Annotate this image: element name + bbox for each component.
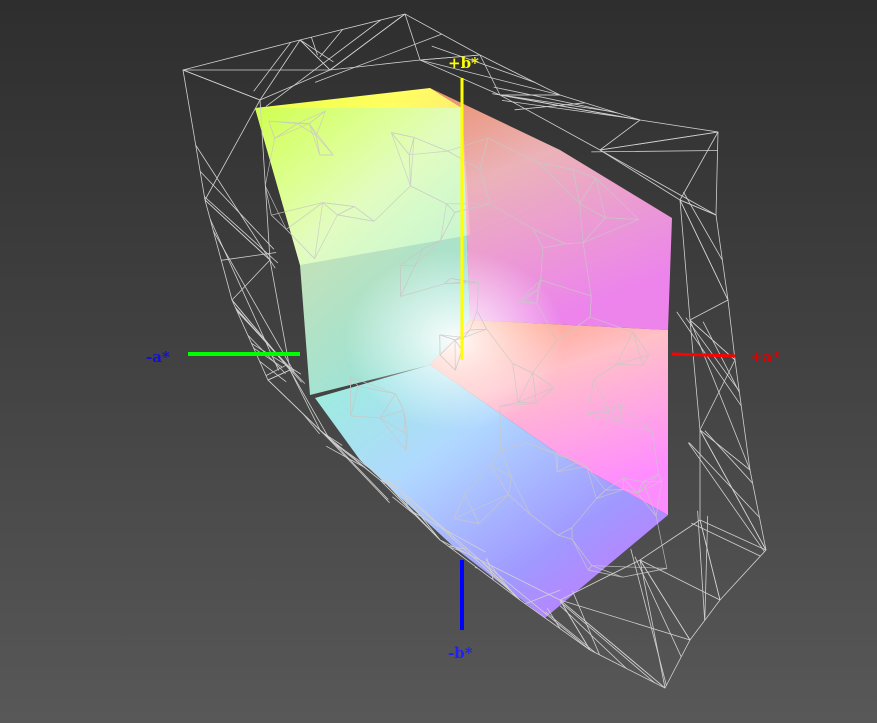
gamut-3d-view[interactable]: +b* -b* -a* +a* [0,0,877,723]
axes: +b* -b* -a* +a* [146,54,780,662]
axis-label-minus-a: -a* [146,348,170,366]
axis-label-plus-a: +a* [750,348,780,366]
axis-label-minus-b: -b* [448,644,473,662]
axis-plus-a [671,352,736,358]
axis-label-plus-b: +b* [448,54,479,72]
